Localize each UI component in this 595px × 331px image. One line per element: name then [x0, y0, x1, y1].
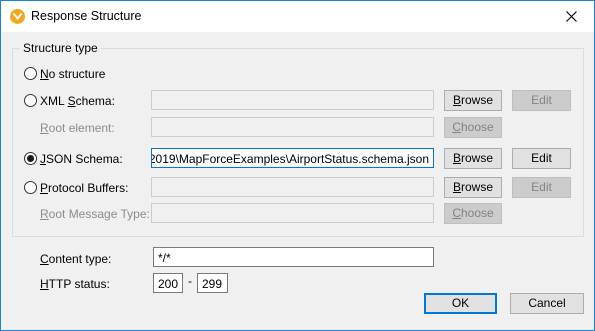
xml-schema-label[interactable]: XML Schema:	[40, 94, 115, 108]
xml-schema-path-field[interactable]	[151, 90, 434, 110]
http-status-separator: -	[188, 274, 192, 288]
json-schema-edit-button[interactable]: Edit	[512, 148, 571, 169]
protocol-buffers-path-field[interactable]	[151, 177, 434, 197]
close-icon	[566, 11, 577, 22]
title-bar: Response Structure	[1, 1, 594, 32]
ok-button[interactable]: OK	[424, 293, 497, 314]
json-schema-path-field[interactable]: C:\Users\altova\Documents\Altova\MapForc…	[151, 148, 434, 168]
root-message-type-label: Root Message Type:	[40, 207, 150, 221]
root-element-field[interactable]	[151, 117, 434, 137]
response-structure-dialog: Response Structure Structure type No str…	[0, 0, 595, 331]
http-status-to-field[interactable]: 299	[197, 273, 228, 293]
structure-type-label: Structure type	[20, 41, 101, 55]
json-schema-label[interactable]: JSON Schema:	[40, 152, 123, 166]
xml-schema-radio[interactable]	[24, 94, 37, 107]
protocol-buffers-label[interactable]: Protocol Buffers:	[40, 181, 129, 195]
http-status-label: HTTP status:	[40, 277, 110, 291]
xml-schema-edit-button[interactable]: Edit	[512, 90, 571, 111]
xml-schema-browse-button[interactable]: Browse	[444, 90, 502, 111]
no-structure-label[interactable]: No structure	[40, 67, 105, 81]
no-structure-radio[interactable]	[24, 67, 37, 80]
root-element-label: Root element:	[40, 121, 115, 135]
json-schema-radio[interactable]	[24, 152, 37, 165]
http-status-from-field[interactable]: 200	[153, 273, 183, 293]
close-button[interactable]	[550, 1, 594, 32]
content-type-label: Content type:	[40, 252, 112, 266]
json-schema-browse-button[interactable]: Browse	[444, 148, 502, 169]
protocol-buffers-browse-button[interactable]: Browse	[444, 177, 502, 198]
protocol-buffers-radio[interactable]	[24, 181, 37, 194]
root-message-type-field[interactable]	[151, 203, 434, 223]
root-element-choose-button[interactable]: Choose	[444, 117, 502, 138]
content-type-field[interactable]: */*	[153, 247, 434, 267]
protocol-buffers-edit-button[interactable]: Edit	[512, 177, 571, 198]
cancel-button[interactable]: Cancel	[510, 293, 584, 314]
window-title: Response Structure	[31, 9, 142, 23]
root-message-type-choose-button[interactable]: Choose	[444, 203, 502, 224]
mapforce-app-icon	[10, 9, 25, 24]
